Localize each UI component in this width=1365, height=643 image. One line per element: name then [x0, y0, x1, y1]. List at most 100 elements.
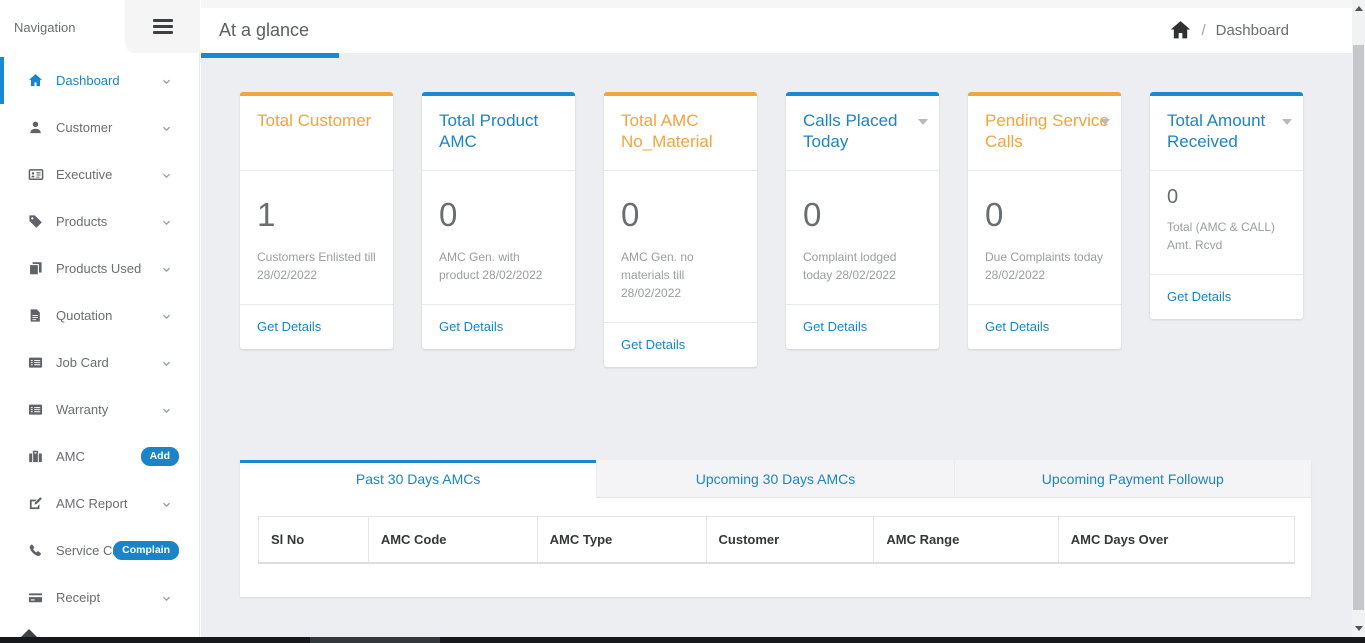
card-total-amc-no-material: Total AMC No_Material 0 AMC Gen. no mate… — [604, 92, 757, 367]
get-details-link[interactable]: Get Details — [621, 337, 685, 352]
card-footer: Get Details — [240, 304, 393, 349]
caret-down-icon[interactable] — [1100, 119, 1110, 125]
chevron-down-icon — [161, 216, 172, 231]
table-icon — [28, 355, 45, 371]
card-header: Total AMC No_Material — [604, 96, 757, 171]
vertical-scrollbar-thumb[interactable] — [1353, 45, 1364, 610]
card-title: Total Product AMC — [439, 110, 565, 153]
tab-upcoming-payment-followup[interactable]: Upcoming Payment Followup — [954, 460, 1311, 498]
sidebar-item-label: Job Card — [56, 355, 109, 370]
card-value: 0 — [803, 195, 925, 235]
stat-cards-row: Total Customer 1 Customers Enlisted till… — [240, 92, 1352, 394]
sidebar-item-dashboard[interactable]: Dashboard — [0, 57, 199, 104]
edit-icon — [28, 496, 45, 512]
chevron-down-icon — [161, 310, 172, 325]
horizontal-scrollbar[interactable] — [0, 637, 1365, 643]
chevron-down-icon — [161, 263, 172, 278]
card-body: 0 Due Complaints today 28/02/2022 — [968, 171, 1121, 304]
sidebar-item-customer[interactable]: Customer — [0, 104, 199, 151]
card-value: 0 — [1167, 185, 1289, 209]
card-header: Calls Placed Today — [786, 96, 939, 171]
card-value: 1 — [257, 195, 379, 235]
sidebar-item-products-used[interactable]: Products Used — [0, 245, 199, 292]
tab-bar: Past 30 Days AMCs Upcoming 30 Days AMCs … — [240, 460, 1311, 498]
horizontal-scrollbar-thumb[interactable] — [310, 637, 440, 643]
breadcrumb: / Dashboard — [1170, 20, 1289, 41]
add-badge[interactable]: Add — [141, 447, 179, 466]
card-title: Total AMC No_Material — [621, 110, 747, 153]
card-value: 0 — [439, 195, 561, 235]
card-description: Complaint lodged today 28/02/2022 — [803, 248, 925, 284]
sidebar-item-label: Products — [56, 214, 107, 229]
home-icon[interactable] — [1170, 20, 1191, 41]
sidebar-item-amc-report[interactable]: AMC Report — [0, 480, 199, 527]
hamburger-menu-icon[interactable] — [125, 0, 200, 53]
sidebar-item-executive[interactable]: Executive — [0, 151, 199, 198]
scroll-up-arrow-icon[interactable] — [1355, 6, 1363, 11]
card-title: Calls Placed Today — [803, 110, 929, 153]
get-details-link[interactable]: Get Details — [803, 319, 867, 334]
card-value: 0 — [985, 195, 1107, 235]
sidebar-item-label: Executive — [56, 167, 112, 182]
amc-table: Sl No AMC Code AMC Type Customer AMC Ran… — [258, 516, 1295, 564]
app-window: Navigation Dashboard Customer — [0, 0, 1365, 643]
get-details-link[interactable]: Get Details — [257, 319, 321, 334]
breadcrumb-separator: / — [1201, 22, 1205, 39]
complain-badge[interactable]: Complain — [113, 541, 179, 560]
sidebar-nav: Dashboard Customer Executive — [0, 57, 199, 621]
sidebar-item-receipt[interactable]: Receipt — [0, 574, 199, 621]
sidebar-item-label: AMC — [56, 449, 85, 464]
sidebar-item-label: AMC Report — [56, 496, 128, 511]
card-footer: Get Details — [422, 304, 575, 349]
get-details-link[interactable]: Get Details — [439, 319, 503, 334]
sidebar-item-label: Products Used — [56, 261, 141, 276]
sidebar-item-service-call[interactable]: Service Call Complain — [0, 527, 199, 574]
table-icon — [28, 402, 45, 418]
chevron-down-icon — [161, 357, 172, 372]
card-footer: Get Details — [968, 304, 1121, 349]
copy-icon — [28, 261, 45, 277]
card-title: Total Amount Received — [1167, 110, 1293, 153]
sidebar-item-job-card[interactable]: Job Card — [0, 339, 199, 386]
sidebar-item-products[interactable]: Products — [0, 198, 199, 245]
sidebar-item-warranty[interactable]: Warranty — [0, 386, 199, 433]
tag-icon — [28, 214, 45, 230]
sidebar-item-label: Customer — [56, 120, 112, 135]
card-total-product-amc: Total Product AMC 0 AMC Gen. with produc… — [422, 92, 575, 349]
get-details-link[interactable]: Get Details — [1167, 289, 1231, 304]
sidebar-item-quotation[interactable]: Quotation — [0, 292, 199, 339]
top-header: At a glance / Dashboard — [201, 8, 1352, 53]
amc-panel: Past 30 Days AMCs Upcoming 30 Days AMCs … — [240, 460, 1311, 597]
card-body: 0 Complaint lodged today 28/02/2022 — [786, 171, 939, 304]
get-details-link[interactable]: Get Details — [985, 319, 1049, 334]
card-body: 0 AMC Gen. no materials till 28/02/2022 — [604, 171, 757, 322]
chevron-down-icon — [161, 169, 172, 184]
sidebar-item-label: Receipt — [56, 590, 100, 605]
card-header: Total Amount Received — [1150, 96, 1303, 171]
phone-icon — [28, 543, 45, 559]
table-header-row: Sl No AMC Code AMC Type Customer AMC Ran… — [259, 517, 1295, 564]
card-total-amount-received: Total Amount Received 0 Total (AMC & CAL… — [1150, 92, 1303, 319]
card-description: AMC Gen. with product 28/02/2022 — [439, 248, 561, 284]
card-footer: Get Details — [604, 322, 757, 367]
card-body: 0 Total (AMC & CALL) Amt. Rcvd — [1150, 171, 1303, 274]
caret-down-icon[interactable] — [1282, 119, 1292, 125]
sidebar-item-label: Warranty — [56, 402, 108, 417]
title-underline — [201, 53, 339, 58]
scroll-down-arrow-icon[interactable] — [1355, 626, 1363, 631]
card-title: Total Customer — [257, 110, 383, 131]
content: Total Customer 1 Customers Enlisted till… — [201, 58, 1352, 637]
id-card-icon — [28, 167, 45, 183]
column-amc-days-over: AMC Days Over — [1058, 517, 1294, 564]
partial-next-item-icon — [21, 629, 37, 637]
card-calls-placed-today: Calls Placed Today 0 Complaint lodged to… — [786, 92, 939, 349]
tab-past-30-days-amcs[interactable]: Past 30 Days AMCs — [240, 460, 596, 498]
sidebar-item-amc[interactable]: AMC Add — [0, 433, 199, 480]
vertical-scrollbar[interactable] — [1352, 0, 1365, 637]
caret-down-icon[interactable] — [918, 119, 928, 125]
card-header: Pending Service Calls — [968, 96, 1121, 171]
chevron-down-icon — [161, 75, 172, 90]
tab-upcoming-30-days-amcs[interactable]: Upcoming 30 Days AMCs — [596, 460, 953, 498]
sidebar: Navigation Dashboard Customer — [0, 0, 200, 637]
card-value: 0 — [621, 195, 743, 235]
